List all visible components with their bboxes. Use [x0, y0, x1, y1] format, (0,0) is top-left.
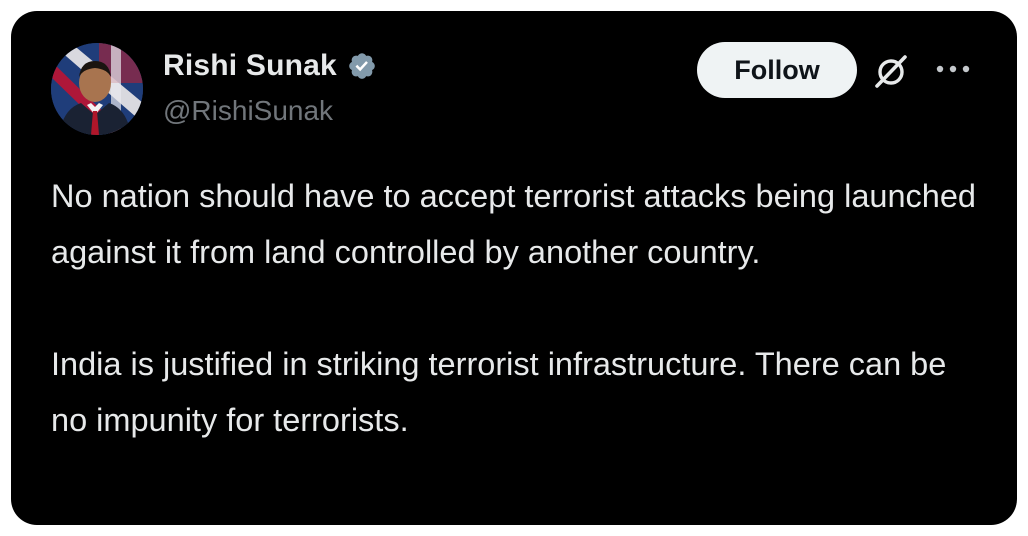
grok-icon[interactable] — [871, 51, 911, 91]
more-options-icon[interactable] — [931, 59, 975, 79]
author-row: Rishi Sunak — [163, 49, 377, 83]
author-handle[interactable]: @RishiSunak — [163, 95, 333, 127]
tweet-text: No nation should have to accept terroris… — [51, 168, 981, 448]
verified-badge-icon — [349, 53, 375, 79]
avatar[interactable] — [51, 43, 143, 135]
author-name[interactable]: Rishi Sunak — [163, 49, 337, 83]
tweet-paragraph: India is justified in striking terrorist… — [51, 346, 947, 438]
profile-photo — [51, 43, 143, 135]
tweet-paragraph: No nation should have to accept terroris… — [51, 178, 977, 270]
follow-button[interactable]: Follow — [697, 42, 857, 98]
tweet-card: Rishi Sunak @RishiSunak Follow No nation… — [11, 11, 1017, 525]
